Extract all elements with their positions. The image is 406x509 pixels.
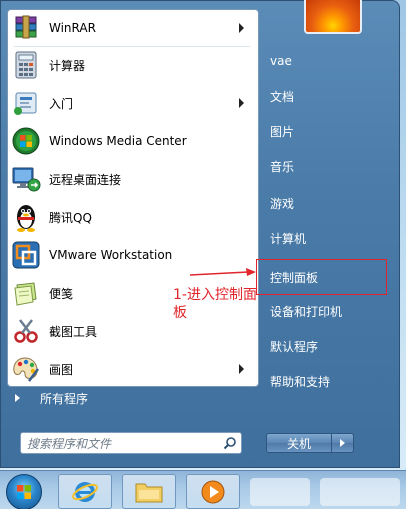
all-programs-label: 所有程序 [40,391,89,406]
program-getting-started[interactable]: 入门 [8,85,254,121]
program-label: 远程桌面连接 [49,172,122,187]
annotation-arrow-icon [190,268,256,276]
snipping-tool-icon [10,315,42,347]
program-label: 入门 [49,96,74,111]
right-item-label: vae [270,54,292,68]
media-center-icon [10,125,42,157]
chevron-right-icon [340,439,345,447]
shutdown-options-button[interactable] [332,433,354,453]
shutdown-label: 关机 [286,436,311,451]
right-item-label: 音乐 [270,159,295,174]
program-label: 计算器 [49,58,86,73]
taskbar-media-player[interactable] [186,474,240,509]
search-input[interactable]: 搜索程序和文件 [20,432,242,454]
sticky-notes-icon [10,277,42,309]
paint-icon [10,353,42,385]
user-avatar[interactable] [304,0,362,34]
internet-explorer-icon [72,481,98,502]
right-item-label: 默认程序 [270,339,319,354]
start-button[interactable] [6,474,42,509]
right-item-pictures[interactable]: 图片 [262,116,386,146]
program-label: 腾讯QQ [49,210,92,225]
program-windows-media-center[interactable]: Windows Media Center [8,123,254,159]
program-label: 便笺 [49,286,74,301]
right-item-games[interactable]: 游戏 [262,188,386,218]
program-label: 画图 [49,362,74,377]
program-qq[interactable]: 腾讯QQ [8,199,254,235]
blurred-taskbar-item [250,478,310,506]
getting-started-icon [10,87,42,119]
program-remote-desktop[interactable]: 远程桌面连接 [8,161,254,197]
shutdown-button[interactable]: 关机 [266,433,332,453]
program-paint[interactable]: 画图 [8,351,254,387]
right-item-label: 文档 [270,89,295,104]
right-item-computer[interactable]: 计算机 [262,223,386,253]
program-label: WinRAR [49,21,96,35]
program-winrar[interactable]: WinRAR [8,10,254,46]
right-item-default-programs[interactable]: 默认程序 [262,331,386,361]
expand-arrow-icon [15,394,20,402]
annotation-text: 1-进入控制面板 [173,287,257,321]
search-placeholder: 搜索程序和文件 [27,436,112,451]
submenu-arrow-icon[interactable] [239,98,244,108]
right-item-devices-printers[interactable]: 设备和打印机 [262,296,386,326]
right-item-label: 设备和打印机 [270,304,343,319]
search-icon[interactable] [219,433,241,453]
right-item-label: 图片 [270,124,295,139]
right-item-user[interactable]: vae [262,46,386,76]
program-label: Windows Media Center [49,134,187,148]
vmware-icon [10,239,42,271]
right-item-music[interactable]: 音乐 [262,151,386,181]
right-item-label: 计算机 [270,231,307,246]
all-programs-button[interactable]: 所有程序 [2,386,254,410]
calculator-icon [10,49,42,81]
taskbar-ie[interactable] [58,474,112,509]
blurred-taskbar-item [320,478,400,506]
right-item-label: 游戏 [270,196,295,211]
remote-desktop-icon [10,163,42,195]
media-player-icon [201,480,225,503]
highlight-box [256,259,387,295]
folder-icon [135,483,163,502]
program-calculator[interactable]: 计算器 [8,47,254,83]
winrar-icon [10,12,42,44]
program-label: 截图工具 [49,324,98,339]
qq-penguin-icon [10,201,42,233]
submenu-arrow-icon[interactable] [239,23,244,33]
program-label: VMware Workstation [49,248,173,262]
taskbar-explorer[interactable] [122,474,176,509]
submenu-arrow-icon[interactable] [239,364,244,374]
right-item-label: 帮助和支持 [270,374,331,389]
windows-logo-icon [17,485,31,499]
right-item-help-support[interactable]: 帮助和支持 [262,366,386,396]
right-item-documents[interactable]: 文档 [262,81,386,111]
